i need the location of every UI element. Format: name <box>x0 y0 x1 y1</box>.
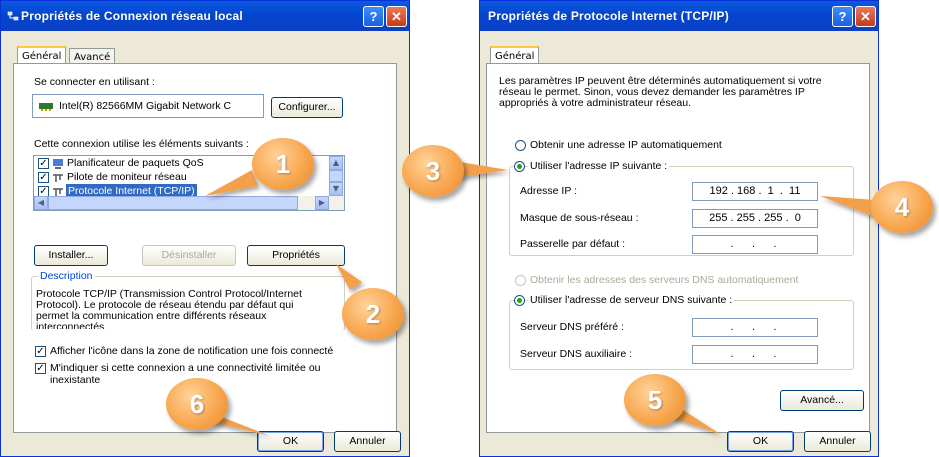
callout-6: 6 <box>166 378 228 430</box>
callout-2: 2 <box>342 288 404 340</box>
callout-4: 4 <box>871 181 933 233</box>
callout-4-tail <box>820 196 876 216</box>
callout-1-tail <box>205 170 258 196</box>
callout-1: 1 <box>252 138 314 190</box>
callout-tails <box>196 162 876 436</box>
callout-3: 3 <box>402 145 464 197</box>
callout-5: 5 <box>624 374 686 426</box>
callout-2-tail <box>336 264 362 290</box>
